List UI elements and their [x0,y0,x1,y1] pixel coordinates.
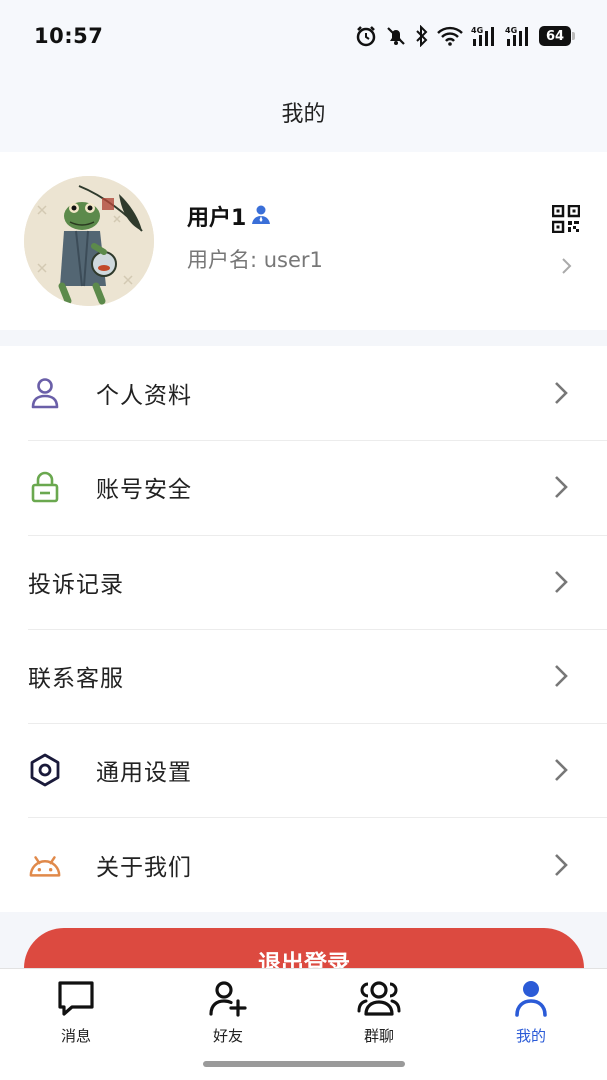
user-badge-icon [250,203,272,229]
signal-4g-icon: 4G [471,25,497,47]
menu-item-customer-service[interactable]: 联系客服 [0,628,607,723]
menu-item-complaints[interactable]: 投诉记录 [0,534,607,629]
tab-messages[interactable]: 消息 [26,979,126,1049]
status-icons: 4G 4G 64 [355,25,575,47]
menu-label: 投诉记录 [28,571,124,598]
group-icon [357,979,401,1021]
menu-label: 个人资料 [96,383,192,410]
chevron-right-icon [553,663,569,693]
menu-item-about-us[interactable]: 关于我们 [0,817,607,911]
chevron-right-icon [553,474,569,504]
bell-muted-icon [385,25,407,47]
status-time: 10:57 [34,24,104,48]
tab-label: 我的 [515,1027,546,1045]
tab-label: 消息 [60,1027,91,1045]
home-indicator[interactable] [203,1061,405,1067]
nav-header: 我的 [0,72,607,152]
user-name: 用户1 [187,206,247,231]
chevron-right-icon [553,757,569,787]
add-friend-icon [208,979,248,1021]
lock-icon [28,470,62,504]
svg-text:4G: 4G [505,26,517,35]
chevron-right-icon [553,852,569,882]
menu-label: 通用设置 [96,760,192,787]
me-icon [511,979,551,1021]
menu-label: 账号安全 [96,477,192,504]
svg-text:4G: 4G [471,26,483,35]
tab-label: 群聊 [363,1027,394,1045]
page-title: 我的 [281,102,326,127]
hexagon-settings-icon [28,753,62,787]
person-icon [28,376,62,410]
tab-groups[interactable]: 群聊 [329,979,429,1049]
menu-label: 关于我们 [96,854,192,881]
menu-item-profile[interactable]: 个人资料 [0,346,607,440]
alarm-icon [355,25,377,47]
user-name-row: 用户1 [187,200,272,232]
menu-item-account-security[interactable]: 账号安全 [0,440,607,534]
tab-me[interactable]: 我的 [481,979,581,1049]
menu-label: 联系客服 [28,666,124,693]
profile-card[interactable]: 用户1 用户名: user1 [0,152,607,330]
chevron-right-icon [560,256,574,280]
qr-code-icon[interactable] [551,204,581,237]
wifi-icon [437,26,463,46]
settings-menu: 个人资料 账号安全 投诉记录 联系客服 通用设置 关于我们 [0,346,607,912]
chevron-right-icon [553,569,569,599]
status-bar: 10:57 4G 4G 64 [0,0,607,72]
avatar[interactable] [24,176,154,306]
menu-item-general-settings[interactable]: 通用设置 [0,723,607,817]
username-text: 用户名: user1 [187,248,323,272]
chat-icon [56,979,96,1021]
android-icon [28,848,62,882]
frog-avatar-image [24,176,154,306]
tab-friends[interactable]: 好友 [178,979,278,1049]
bluetooth-icon [415,25,429,47]
tab-label: 好友 [212,1027,243,1045]
signal-4g-icon: 4G [505,25,531,47]
battery-icon: 64 [539,26,575,46]
chevron-right-icon [553,380,569,410]
